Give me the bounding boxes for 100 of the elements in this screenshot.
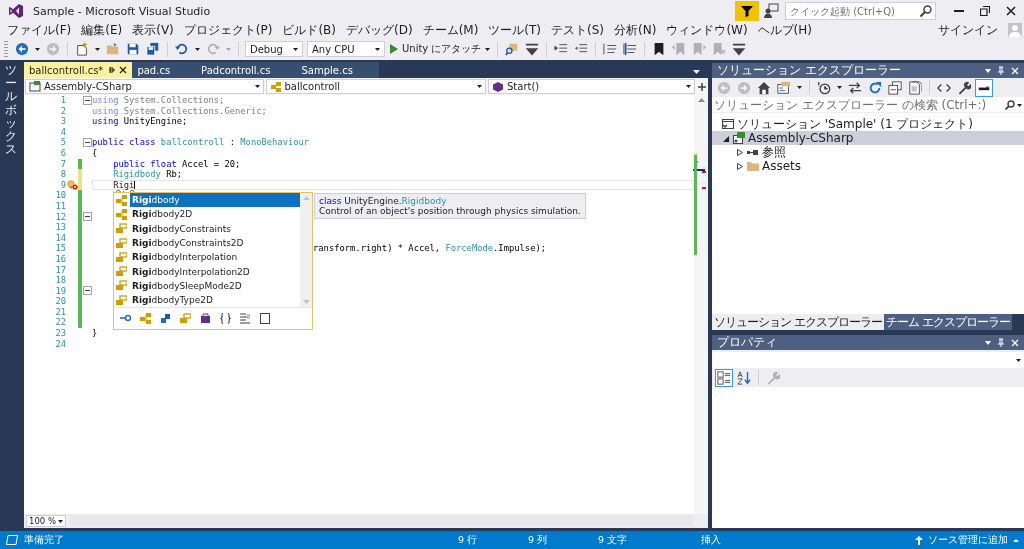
categorized-icon [717,370,731,385]
structure-filter-icon[interactable] [160,313,171,325]
menu-item[interactable]: 編集(E) [77,21,127,39]
editor-tab[interactable]: Sample.cs [296,62,379,78]
vertical-scrollbar[interactable] [694,95,708,514]
toolbar-dropdown[interactable]: Any CPU [307,41,385,57]
show-all-files-icon [908,80,922,95]
lightbulb-error-icon[interactable] [66,180,78,191]
dropdown-arrow-icon[interactable] [35,47,40,51]
class-icon [116,208,127,220]
search-field[interactable]: ソリューション エクスプローラー の検索 (Ctrl+:) [712,97,1024,113]
menu-item[interactable]: ファイル(F) [3,21,76,39]
collapsed-arrow-icon[interactable] [737,162,743,170]
menu-item[interactable]: ビルド(B) [278,21,340,39]
save-icon [126,42,140,56]
uncomment-lines-icon [623,42,638,56]
menu-item[interactable]: デバッグ(D) [342,21,417,39]
package-filter-icon[interactable] [200,313,211,325]
menu-item[interactable]: ツール(T) [484,21,546,39]
expanded-arrow-icon[interactable] [723,134,729,142]
tab-list-dropdown-icon[interactable] [693,70,700,74]
popup-scrollbar[interactable] [300,193,312,308]
menu-item[interactable]: ヘルプ(H) [753,21,816,39]
collapse-box-icon[interactable] [82,286,92,296]
funnel-icon [741,5,753,17]
comment-lines-icon [603,42,618,56]
collapse-box-icon[interactable] [82,95,92,105]
completion-item[interactable]: RigidbodySleepMode2D [114,278,300,294]
dropdown-arrow-icon[interactable] [837,86,842,89]
dropdown-arrow-icon[interactable] [985,68,991,73]
completion-item[interactable]: RigidbodyType2D [114,293,300,308]
line-number: 23 [54,328,66,339]
caret-up-icon[interactable] [1013,538,1019,542]
sync-arrows-icon [848,80,862,95]
line-number: 1 [59,95,66,106]
horizontal-scrollbar[interactable] [70,515,693,527]
source-control-button[interactable]: ソース管理に追加 [928,533,1008,547]
switch-views-icon [777,80,791,95]
line-number: 12 [54,211,66,223]
dropdown-arrow-icon[interactable] [1017,104,1022,107]
navigation-dropdown[interactable]: Assembly-CSharp [25,79,264,94]
menu-item[interactable]: ウィンドウ(W) [662,21,752,39]
back-arrow-button[interactable] [13,40,31,58]
panel-tab[interactable]: ソリューション エクスプローラー [712,314,884,330]
column-indicator: 9 列 [527,533,549,547]
person-icon[interactable] [763,3,779,19]
navigation-dropdown[interactable]: Start() [488,79,695,94]
menu-item[interactable]: プロジェクト(P) [179,21,277,39]
collapse-box-icon[interactable] [82,212,92,222]
caret-icon [1016,358,1021,362]
completion-item[interactable]: Rigidbody [114,193,300,208]
categorized-button[interactable] [715,368,733,387]
editor-tab[interactable]: pad.cs [132,62,197,78]
line-number: 21 [54,306,66,318]
line-number: 9 [59,179,66,191]
menu-item[interactable]: 表示(V) [128,21,178,39]
preview-button[interactable] [975,78,993,97]
save-all-icon [146,42,160,56]
collapse-box-icon[interactable] [82,138,92,148]
split-window-icon[interactable] [697,81,707,92]
dropdown-arrow-icon[interactable] [985,340,991,345]
filter-button[interactable] [735,1,759,21]
completion-item[interactable]: RigidbodyConstraints [114,221,300,236]
tree-item[interactable]: Assets [712,159,1024,173]
panel-tab[interactable]: チーム エクスプローラー [883,314,1012,330]
tree-item[interactable]: ソリューション 'Sample' (1 プロジェクト) [712,117,1024,131]
snippet-filter-icon[interactable] [240,313,251,325]
tree-item[interactable]: Assembly-CSharp [712,131,1024,145]
braces-filter-icon[interactable] [220,313,231,325]
blank-filter-icon[interactable] [260,313,271,325]
line-number: 8 [59,169,66,180]
menu-item[interactable]: テスト(S) [547,21,609,39]
close-icon[interactable] [119,66,128,74]
completion-item[interactable]: RigidbodyInterpolation [114,250,300,265]
editor-tab[interactable]: Padcontroll.cs [196,62,297,78]
completion-item[interactable]: Rigidbody2D [114,207,300,222]
collapse-all-button[interactable] [886,78,904,97]
menu-item[interactable]: チーム(M) [418,21,483,39]
pin-icon[interactable] [107,66,116,74]
toolbox-tab[interactable]: ツールボックス [5,64,17,157]
dropdown-arrow-icon[interactable] [195,47,200,51]
dropdown-arrow-icon[interactable] [797,86,802,89]
completion-item[interactable]: RigidbodyConstraints2D [114,235,300,251]
sign-in-link[interactable]: サインイン [938,21,998,39]
toolbar-dropdown[interactable]: Debug [245,41,303,57]
quick-launch-field[interactable]: クイック起動 (Ctrl+Q) [785,2,936,20]
menu-item[interactable]: 分析(N) [610,21,661,39]
tree-item[interactable]: 参照 [712,145,1024,159]
show-all-files-button[interactable] [906,78,924,97]
editor-tab[interactable]: ballcontroll.cs* [24,62,133,78]
navigation-dropdown[interactable]: ballcontroll [265,79,486,94]
enum-icon [116,223,127,235]
attach-button[interactable]: Unity にアタッチ [387,42,494,56]
scroll-down-icon [302,300,310,305]
zoom-dropdown[interactable]: 100 % [26,515,66,527]
dropdown-arrow-icon[interactable] [95,47,100,51]
collapsed-arrow-icon[interactable] [737,148,743,156]
sort-alphabetical-button[interactable] [735,368,753,387]
completion-item[interactable]: RigidbodyInterpolation2D [114,264,300,279]
code-line: public float Accel = 20; [112,158,241,170]
